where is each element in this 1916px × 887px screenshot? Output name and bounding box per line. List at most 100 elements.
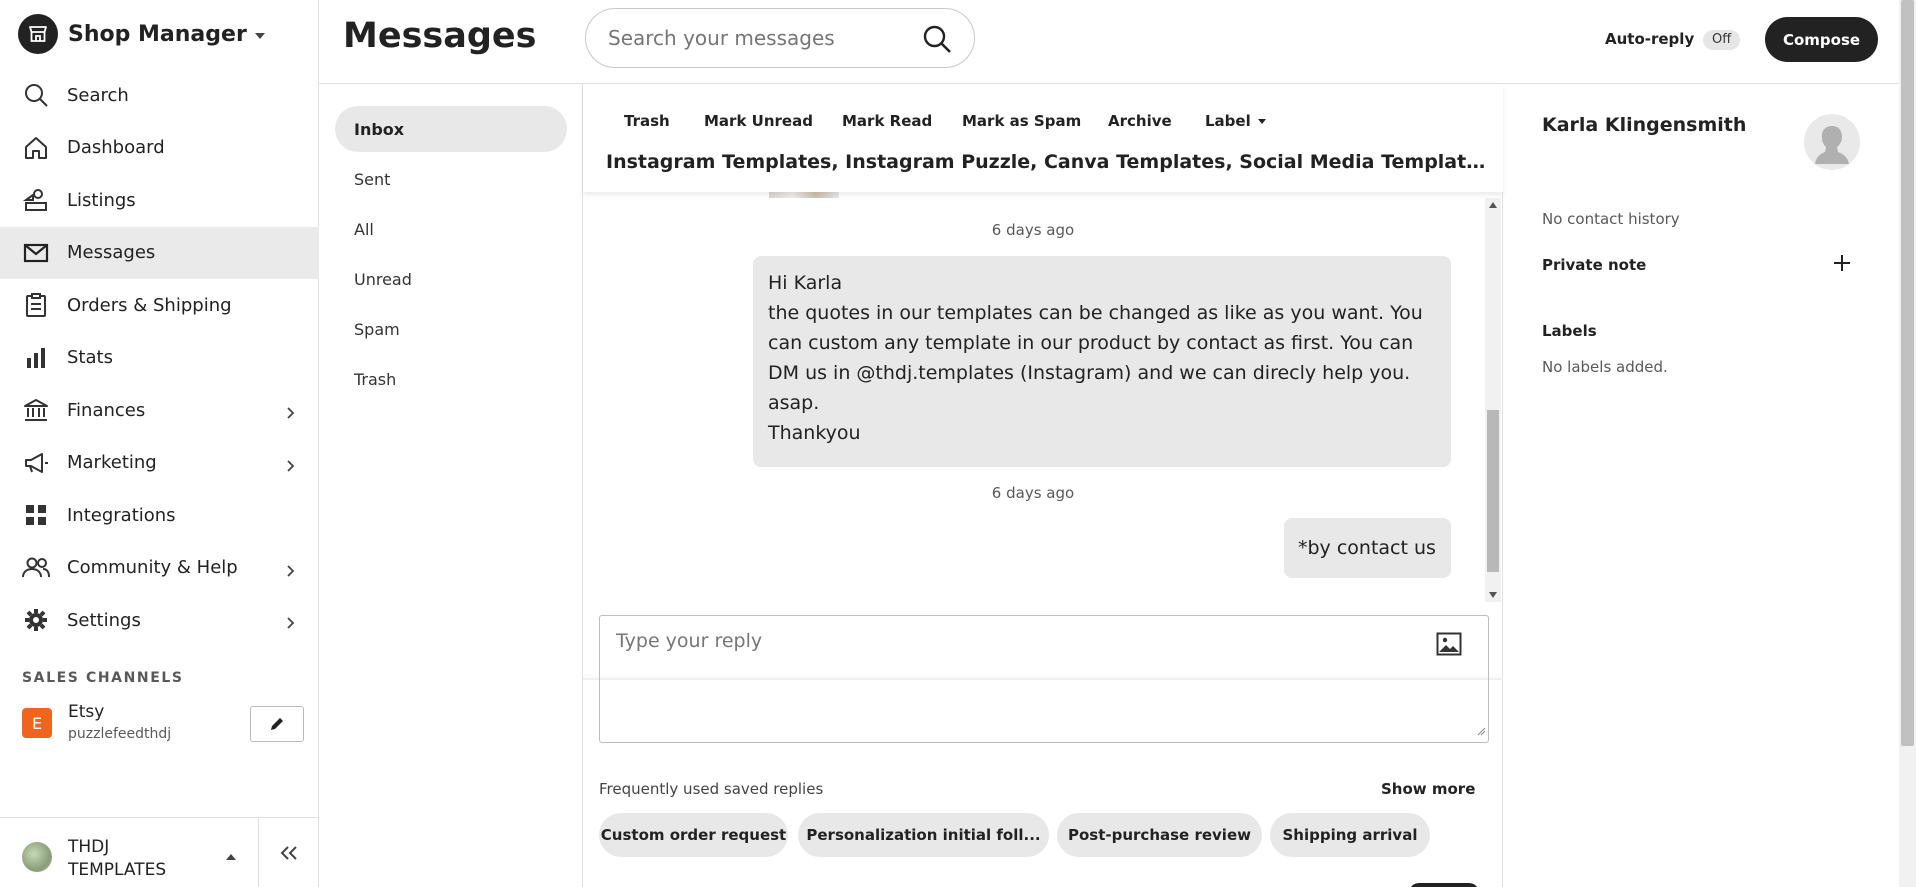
sidebar-item-label: Marketing [67, 452, 157, 474]
mark-unread-button[interactable]: Mark Unread [704, 112, 813, 130]
message-thread: 6 days ago Hi Karla the quotes in our te… [583, 192, 1503, 680]
contact-history: No contact history [1542, 210, 1680, 228]
megaphone-icon [22, 449, 50, 477]
contact-panel: Karla Klingensmith No contact history Pr… [1503, 84, 1899, 887]
send-button[interactable] [1409, 883, 1479, 887]
shop-logo-icon [18, 14, 58, 54]
search-icon [22, 81, 50, 109]
show-more-button[interactable]: Show more [1381, 780, 1475, 798]
sidebar-item-listings[interactable]: Listings [0, 174, 319, 227]
resize-grip-icon[interactable] [1476, 721, 1486, 740]
scroll-up-arrow-icon[interactable] [1489, 202, 1497, 208]
add-private-note-button[interactable] [1831, 252, 1853, 274]
message-line: asap. [768, 392, 820, 414]
folder-trash[interactable]: Trash [335, 356, 567, 402]
message-bubble: Hi Karla the quotes in our templates can… [753, 256, 1451, 467]
sidebar-item-integrations[interactable]: Integrations [0, 489, 319, 542]
message-search [585, 8, 975, 68]
listings-icon [22, 186, 50, 214]
label-dropdown[interactable]: Label [1205, 112, 1266, 130]
bar-chart-icon [22, 344, 50, 372]
folder-unread[interactable]: Unread [335, 256, 567, 302]
saved-reply-chip[interactable]: Shipping arrival [1270, 813, 1430, 857]
gear-icon [22, 606, 50, 634]
label-dropdown-text: Label [1205, 112, 1251, 130]
caret-up-icon [226, 854, 236, 860]
folder-all[interactable]: All [335, 206, 567, 252]
channel-name: Etsy [68, 702, 105, 722]
sidebar-item-label: Settings [67, 609, 141, 631]
mark-spam-button[interactable]: Mark as Spam [962, 112, 1081, 130]
archive-button[interactable]: Archive [1108, 112, 1172, 130]
saved-reply-chip[interactable]: Post-purchase review [1057, 813, 1262, 857]
shop-manager-title: Shop Manager [68, 21, 247, 47]
envelope-icon [22, 239, 50, 267]
bank-icon [22, 396, 50, 424]
chevron-right-icon [287, 614, 295, 633]
double-chevron-left-icon [280, 846, 297, 860]
etsy-channel[interactable]: E Etsy puzzlefeedthdj [22, 702, 304, 746]
shop-manager-menu[interactable]: Shop Manager [18, 14, 265, 54]
pencil-icon [271, 718, 283, 730]
auto-reply-toggle[interactable]: Off [1703, 30, 1741, 50]
mark-read-button[interactable]: Mark Read [842, 112, 932, 130]
search-button[interactable] [922, 24, 952, 54]
person-silhouette-icon [1815, 126, 1849, 164]
messages-app: Shop Manager Search Dashboard Listings M… [0, 0, 1916, 887]
labels-empty-text: No labels added. [1542, 358, 1668, 376]
clipboard-icon [22, 291, 50, 319]
home-icon [22, 134, 50, 162]
folder-inbox[interactable]: Inbox [335, 106, 567, 152]
compose-button[interactable]: Compose [1765, 17, 1878, 62]
trash-button[interactable]: Trash [624, 112, 670, 130]
page-scrollbar-thumb[interactable] [1901, 0, 1914, 746]
folder-sent[interactable]: Sent [335, 156, 567, 202]
chevron-right-icon [287, 562, 295, 581]
sidebar-item-label: Finances [67, 399, 146, 421]
account-switcher[interactable]: THDJ TEMPLATES [0, 817, 319, 887]
plus-icon [1834, 255, 1850, 271]
scrollbar-thumb[interactable] [1487, 410, 1499, 572]
message-timestamp: 6 days ago [991, 221, 1075, 239]
sidebar-item-label: Messages [67, 242, 156, 264]
etsy-badge: E [22, 708, 52, 738]
sidebar-item-settings[interactable]: Settings [0, 594, 319, 647]
thread-scrollbar[interactable] [1485, 198, 1501, 602]
folder-spam[interactable]: Spam [335, 306, 567, 352]
sidebar-item-label: Stats [67, 347, 113, 369]
sidebar: Shop Manager Search Dashboard Listings M… [0, 0, 319, 887]
add-image-button[interactable] [1436, 632, 1462, 660]
scroll-down-arrow-icon[interactable] [1489, 592, 1497, 598]
channel-shop-name: puzzlefeedthdj [68, 726, 172, 742]
sidebar-item-search[interactable]: Search [0, 69, 319, 122]
search-input[interactable] [608, 9, 908, 67]
sidebar-item-dashboard[interactable]: Dashboard [0, 122, 319, 175]
sidebar-item-community-help[interactable]: Community & Help [0, 542, 319, 595]
grid-icon [22, 501, 50, 529]
reply-input[interactable] [600, 616, 1488, 742]
sidebar-item-label: Dashboard [67, 137, 165, 159]
sidebar-item-finances[interactable]: Finances [0, 384, 319, 437]
caret-down-icon [254, 32, 265, 39]
reply-composer [599, 615, 1489, 743]
message-line: DM us in @thdj.templates (Instagram) and… [768, 362, 1411, 384]
attachment-thumbnail [769, 192, 839, 198]
sales-channels-heading: SALES CHANNELS [22, 670, 184, 686]
message-line: Hi Karla [768, 272, 843, 294]
sidebar-item-label: Community & Help [67, 557, 238, 579]
sidebar-item-messages[interactable]: Messages [0, 226, 319, 279]
collapse-sidebar-button[interactable] [258, 818, 319, 887]
sidebar-item-label: Integrations [67, 504, 176, 526]
saved-reply-chip[interactable]: Personalization initial foll... [798, 813, 1049, 857]
message-line: can custom any template in our product b… [768, 332, 1414, 354]
sidebar-item-stats[interactable]: Stats [0, 332, 319, 385]
edit-channel-button[interactable] [250, 706, 304, 742]
sidebar-item-marketing[interactable]: Marketing [0, 437, 319, 490]
saved-replies-heading: Frequently used saved replies [599, 780, 824, 798]
contact-avatar [1804, 114, 1860, 170]
chevron-right-icon [287, 404, 295, 423]
page-scrollbar[interactable] [1899, 0, 1916, 887]
saved-reply-chip[interactable]: Custom order request [599, 813, 788, 857]
sidebar-item-orders-shipping[interactable]: Orders & Shipping [0, 279, 319, 332]
message-line: Thankyou [768, 422, 861, 444]
